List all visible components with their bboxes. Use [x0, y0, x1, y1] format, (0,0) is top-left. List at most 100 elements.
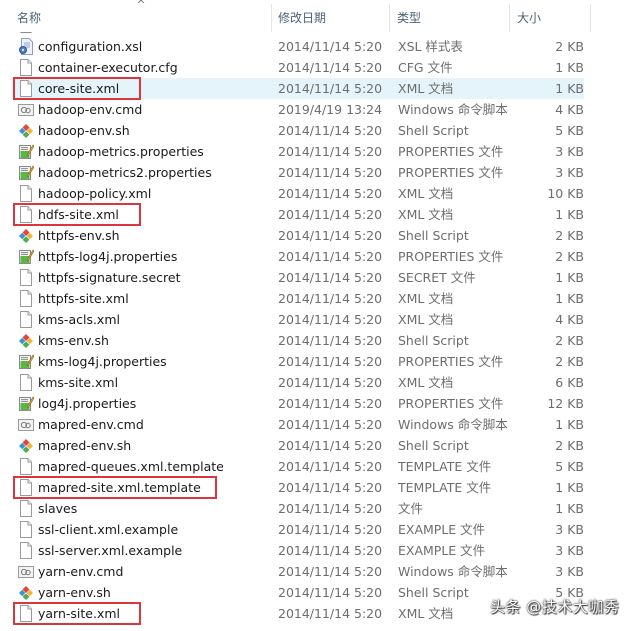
file-row[interactable]: container-executor.cfg 2014/11/14 5:20 CFG…	[12, 57, 584, 78]
column-header-bar: ^ 名称 修改日期 类型 大小	[0, 0, 638, 32]
column-divider[interactable]	[590, 4, 591, 32]
file-row[interactable]: httpfs-env.sh 2014/11/14 5:20 Shell Script…	[12, 225, 584, 246]
file-name: configuration.xsl	[38, 39, 143, 54]
file-row[interactable]: hdfs-site.xml 2014/11/14 5:20 XML 文档 1 KB	[12, 204, 584, 225]
file-date-modified: 2014/11/14 5:20	[278, 564, 383, 579]
file-date-modified: 2014/11/14 5:20	[278, 60, 383, 75]
file-size: 2 KB	[555, 333, 584, 348]
file-type: Shell Script	[398, 228, 469, 243]
file-size: 6 KB	[555, 375, 584, 390]
file-date-modified: 2014/11/14 5:20	[278, 417, 383, 432]
file-row[interactable]: ssl-client.xml.example 2014/11/14 5:20 EXA…	[12, 519, 584, 540]
file-type: XML 文档	[398, 606, 454, 621]
file-type: Windows 命令脚本	[398, 102, 508, 117]
file-name: hadoop-env.cmd	[38, 102, 143, 117]
file-row[interactable]: mapred-queues.xml.template 2014/11/14 5:2…	[12, 456, 584, 477]
cmd-script-icon	[18, 101, 34, 118]
file-type: XML 文档	[398, 81, 454, 96]
file-row[interactable]: hadoop-env.cmd 2019/4/19 13:24 Windows 命令脚…	[12, 99, 584, 120]
blank-file-icon	[18, 542, 34, 559]
file-date-modified: 2014/11/14 5:20	[278, 39, 383, 54]
file-type: Shell Script	[398, 438, 469, 453]
file-row[interactable]: log4j.properties 2014/11/14 5:20 PROPERTIE…	[12, 393, 584, 414]
file-row[interactable]: mapred-site.xml.template 2014/11/14 5:20 T…	[12, 477, 584, 498]
column-header-date-modified[interactable]: 修改日期	[278, 10, 388, 30]
blank-file-icon	[18, 311, 34, 328]
file-type: PROPERTIES 文件	[398, 165, 504, 180]
file-type: PROPERTIES 文件	[398, 249, 504, 264]
file-type: XSL 样式表	[398, 39, 463, 54]
file-type: XML 文档	[398, 375, 454, 390]
file-size: 1 KB	[555, 501, 584, 516]
file-row[interactable]: kms-site.xml 2014/11/14 5:20 XML 文档 6 KB	[12, 372, 584, 393]
file-row[interactable]: mapred-env.cmd 2014/11/14 5:20 Windows 命令脚…	[12, 414, 584, 435]
file-row[interactable]: slaves 2014/11/14 5:20 文件 1 KB	[12, 498, 584, 519]
file-name: httpfs-log4j.properties	[38, 249, 178, 264]
file-row[interactable]: kms-env.sh 2014/11/14 5:20 Shell Script 2 K…	[12, 330, 584, 351]
file-type: Shell Script	[398, 333, 469, 348]
file-date-modified: 2014/11/14 5:20	[278, 585, 383, 600]
file-row[interactable]: core-site.xml 2014/11/14 5:20 XML 文档 1 KB	[12, 78, 584, 99]
file-type: SECRET 文件	[398, 270, 476, 285]
column-header-type[interactable]: 类型	[397, 10, 507, 30]
file-date-modified: 2014/11/14 5:20	[278, 543, 383, 558]
file-row[interactable]: httpfs-log4j.properties 2014/11/14 5:20 PR…	[12, 246, 584, 267]
column-divider[interactable]	[509, 4, 510, 32]
properties-file-icon	[18, 248, 35, 265]
file-name: httpfs-env.sh	[38, 228, 120, 243]
blank-file-icon	[18, 59, 34, 76]
file-date-modified: 2014/11/14 5:20	[278, 480, 383, 495]
properties-file-icon	[18, 395, 35, 412]
file-date-modified: 2014/11/14 5:20	[278, 501, 383, 516]
file-date-modified: 2014/11/14 5:20	[278, 249, 383, 264]
file-size: 1 KB	[555, 207, 584, 222]
file-date-modified: 2014/11/14 5:20	[278, 438, 383, 453]
file-row[interactable]: hadoop-metrics2.properties 2014/11/14 5:2…	[12, 162, 584, 183]
file-row[interactable]: kms-acls.xml 2014/11/14 5:20 XML 文档 4 KB	[12, 309, 584, 330]
file-row[interactable]: httpfs-signature.secret 2014/11/14 5:20 SE…	[12, 267, 584, 288]
file-name: hadoop-metrics.properties	[38, 144, 204, 159]
file-size: 3 KB	[555, 522, 584, 537]
file-size: 2 KB	[555, 39, 584, 54]
file-name: kms-env.sh	[38, 333, 109, 348]
watermark: 头条 @技术大咖秀	[490, 598, 620, 616]
file-row[interactable]: hadoop-metrics.properties 2014/11/14 5:20…	[12, 141, 584, 162]
file-size: 4 KB	[555, 102, 584, 117]
file-row[interactable]: mapred-env.sh 2014/11/14 5:20 Shell Script…	[12, 435, 584, 456]
file-size: 3 KB	[555, 564, 584, 579]
blank-file-icon	[18, 521, 34, 538]
file-date-modified: 2014/11/14 5:20	[278, 291, 383, 306]
column-header-name[interactable]: 名称	[17, 10, 267, 30]
file-type: Windows 命令脚本	[398, 417, 508, 432]
file-date-modified: 2019/4/19 13:24	[278, 102, 383, 117]
file-type: XML 文档	[398, 291, 454, 306]
file-date-modified: 2014/11/14 5:20	[278, 333, 383, 348]
file-row[interactable]: hadoop-env.sh 2014/11/14 5:20 Shell Script…	[12, 120, 584, 141]
blank-file-icon	[18, 269, 34, 286]
column-divider[interactable]	[271, 4, 272, 32]
file-row[interactable]: yarn-env.cmd 2014/11/14 5:20 Windows 命令脚本 3…	[12, 561, 584, 582]
file-date-modified: 2014/11/14 5:20	[278, 354, 383, 369]
file-size: 2 KB	[555, 354, 584, 369]
file-name: mapred-env.cmd	[38, 417, 144, 432]
file-name: httpfs-site.xml	[38, 291, 129, 306]
blank-file-icon	[18, 500, 34, 517]
file-size: 3 KB	[555, 543, 584, 558]
file-name: kms-acls.xml	[38, 312, 120, 327]
file-name: mapred-site.xml.template	[38, 480, 201, 495]
shell-script-icon	[18, 332, 34, 349]
file-row[interactable]: configuration.xsl 2014/11/14 5:20 XSL 样式表 2…	[12, 36, 584, 57]
xsl-stylesheet-icon	[18, 38, 34, 55]
file-date-modified: 2014/11/14 5:20	[278, 207, 383, 222]
column-header-size[interactable]: 大小	[517, 10, 587, 30]
file-date-modified: 2014/11/14 5:20	[278, 375, 383, 390]
file-type: PROPERTIES 文件	[398, 396, 504, 411]
file-size: 3 KB	[555, 165, 584, 180]
file-row[interactable]: ssl-server.xml.example 2014/11/14 5:20 EXA…	[12, 540, 584, 561]
column-divider[interactable]	[389, 4, 390, 32]
file-row[interactable]: hadoop-policy.xml 2014/11/14 5:20 XML 文档 10…	[12, 183, 584, 204]
file-name: core-site.xml	[38, 81, 120, 96]
file-row[interactable]: kms-log4j.properties 2014/11/14 5:20 PROPE…	[12, 351, 584, 372]
file-row[interactable]: httpfs-site.xml 2014/11/14 5:20 XML 文档 1 KB	[12, 288, 584, 309]
blank-file-icon	[18, 605, 34, 622]
